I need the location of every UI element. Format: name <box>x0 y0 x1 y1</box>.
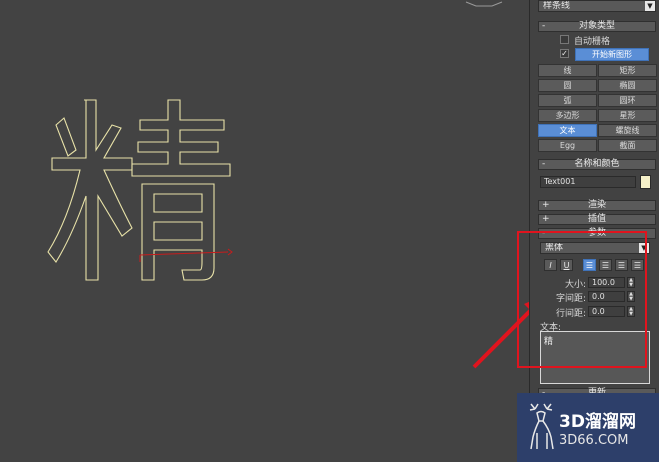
object-type-button[interactable]: 弧 <box>538 94 597 107</box>
object-type-button[interactable]: 椭圆 <box>598 79 657 92</box>
watermark-logo: 3D溜溜网 3D66.COM <box>517 393 659 462</box>
viewcube-gizmo[interactable] <box>465 1 503 7</box>
rollout-title-interpolation: 插值 <box>587 214 606 224</box>
rollout-title-object-type: 对象类型 <box>578 21 615 31</box>
auto-grid-label: 自动栅格 <box>574 37 611 47</box>
chevron-down-icon: ▼ <box>645 1 655 11</box>
highlight-box <box>517 231 647 368</box>
rollout-name-color[interactable]: - 名称和颜色 <box>538 159 656 170</box>
object-type-button[interactable]: Egg <box>538 139 597 152</box>
watermark-url: 3D66.COM <box>559 433 629 448</box>
collapse-icon: - <box>542 21 546 31</box>
rollout-object-type[interactable]: - 对象类型 <box>538 21 656 32</box>
rollout-rendering[interactable]: + 渲染 <box>538 200 656 211</box>
creation-axis-line <box>139 251 229 256</box>
object-type-button[interactable]: 螺旋线 <box>598 124 657 137</box>
object-type-button[interactable]: 星形 <box>598 109 657 122</box>
start-new-shape-button[interactable]: 开始新图形 <box>575 48 649 61</box>
viewport-perspective[interactable] <box>0 0 529 462</box>
expand-icon: + <box>542 214 550 224</box>
rollout-title-name-color: 名称和颜色 <box>574 159 620 169</box>
object-type-button[interactable]: 多边形 <box>538 109 597 122</box>
object-type-button[interactable]: 线 <box>538 64 597 77</box>
object-type-button[interactable]: 圆 <box>538 79 597 92</box>
auto-grid-checkbox[interactable] <box>560 35 569 44</box>
object-type-button[interactable]: 文本 <box>538 124 597 137</box>
watermark-title: 3D溜溜网 <box>559 412 636 432</box>
object-name-input[interactable]: Text001 <box>540 176 636 188</box>
creation-axis-tip <box>227 248 233 256</box>
start-new-shape-checkbox[interactable]: ✓ <box>560 49 569 58</box>
rollout-title-rendering: 渲染 <box>587 200 606 210</box>
collapse-icon: - <box>542 159 546 169</box>
object-type-button[interactable]: 截面 <box>598 139 657 152</box>
expand-icon: + <box>542 200 550 210</box>
object-type-button[interactable]: 圆环 <box>598 94 657 107</box>
rollout-interpolation[interactable]: + 插值 <box>538 214 656 225</box>
object-color-swatch[interactable] <box>640 175 651 189</box>
deer-icon <box>529 403 554 450</box>
category-dropdown[interactable]: 样条线 ▼ <box>538 0 656 12</box>
category-dropdown-value: 样条线 <box>543 1 571 11</box>
viewport-canvas[interactable] <box>0 0 529 462</box>
object-type-button[interactable]: 矩形 <box>598 64 657 77</box>
